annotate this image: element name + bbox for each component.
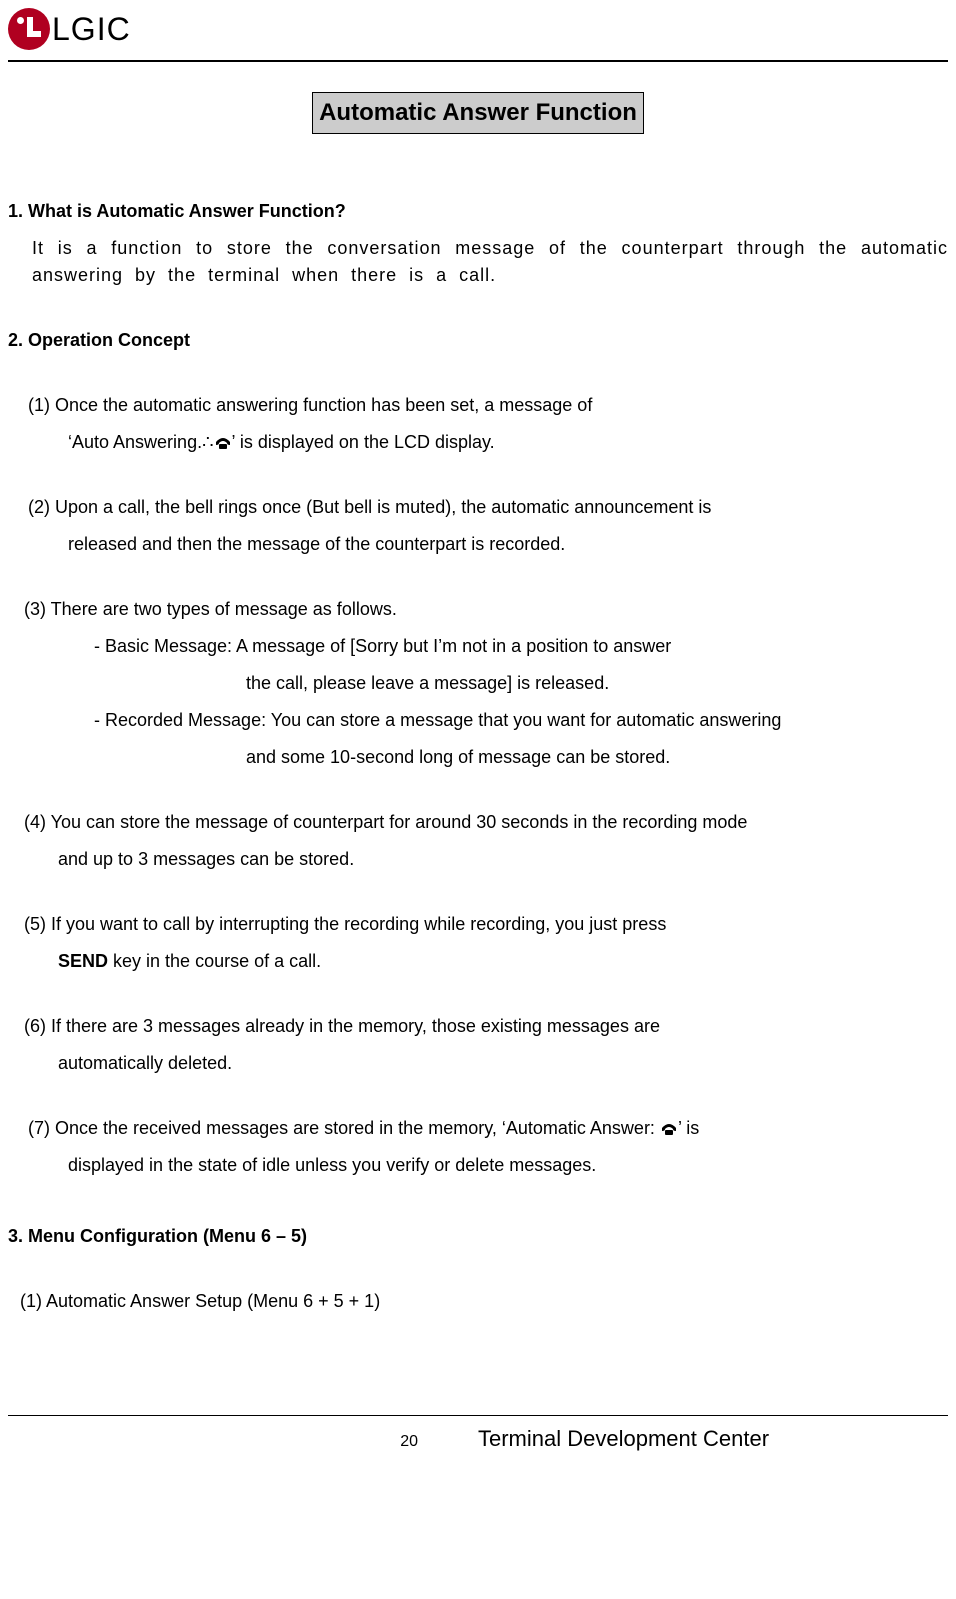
- section-1-heading: 1. What is Automatic Answer Function?: [8, 198, 948, 225]
- header-rule: [8, 60, 948, 62]
- s2-item-2-line-1: (2) Upon a call, the bell rings once (Bu…: [28, 494, 948, 521]
- s2-item-4-line-1: (4) You can store the message of counter…: [24, 809, 948, 836]
- s3-item-1: (1) Automatic Answer Setup (Menu 6 + 5 +…: [20, 1288, 948, 1315]
- s2-item-6-line-2: automatically deleted.: [58, 1050, 948, 1077]
- s2-item-5-line-2: SEND key in the course of a call.: [58, 948, 948, 975]
- s2-item-3-line-1: (3) There are two types of message as fo…: [24, 596, 948, 623]
- document-page: LGIC Automatic Answer Function 1. What i…: [0, 0, 956, 1479]
- s2-item-5-line-1: (5) If you want to call by interrupting …: [24, 911, 948, 938]
- phone-icon: [214, 436, 232, 450]
- text-fragment: ’ is displayed on the LCD display.: [232, 432, 495, 452]
- section-1-body: It is a function to store the conversati…: [32, 235, 948, 289]
- text-fragment: ’ is: [678, 1118, 699, 1138]
- header: LGIC: [8, 8, 948, 60]
- s2-item-4-line-2: and up to 3 messages can be stored.: [58, 846, 948, 873]
- title-container: Automatic Answer Function: [8, 92, 948, 134]
- footer-rule: [8, 1415, 948, 1416]
- lg-logo-icon: [8, 8, 50, 50]
- phone-icon: [660, 1122, 678, 1136]
- s2-item-6-line-1: (6) If there are 3 messages already in t…: [24, 1013, 948, 1040]
- page-number: 20: [8, 1430, 478, 1454]
- section-2-heading: 2. Operation Concept: [8, 327, 948, 354]
- s2-item-7-line-2: displayed in the state of idle unless yo…: [68, 1152, 948, 1179]
- document-title: Automatic Answer Function: [312, 92, 644, 134]
- text-fragment: ‘Auto Answering.∴: [68, 432, 214, 452]
- s2-item-3-rec-msg-2: and some 10-second long of message can b…: [246, 744, 948, 771]
- s2-item-1-line-1: (1) Once the automatic answering functio…: [28, 392, 948, 419]
- company-name: LGIC: [52, 8, 131, 50]
- text-fragment: (7) Once the received messages are store…: [28, 1118, 660, 1138]
- footer-org: Terminal Development Center: [478, 1422, 769, 1455]
- s2-item-1-line-2: ‘Auto Answering.∴ ’ is displayed on the L…: [68, 429, 948, 456]
- s2-item-3-rec-msg-1: - Recorded Message: You can store a mess…: [94, 707, 948, 734]
- s2-item-3-basic-msg-1: - Basic Message: A message of [Sorry but…: [94, 633, 948, 660]
- s2-item-7-line-1: (7) Once the received messages are store…: [28, 1115, 948, 1142]
- s2-item-3-basic-msg-2: the call, please leave a message] is rel…: [246, 670, 948, 697]
- section-3-heading: 3. Menu Configuration (Menu 6 – 5): [8, 1223, 948, 1250]
- send-key-label: SEND: [58, 951, 108, 971]
- text-fragment: key in the course of a call.: [108, 951, 321, 971]
- footer: 20 Terminal Development Center: [8, 1422, 948, 1455]
- s2-item-2-line-2: released and then the message of the cou…: [68, 531, 948, 558]
